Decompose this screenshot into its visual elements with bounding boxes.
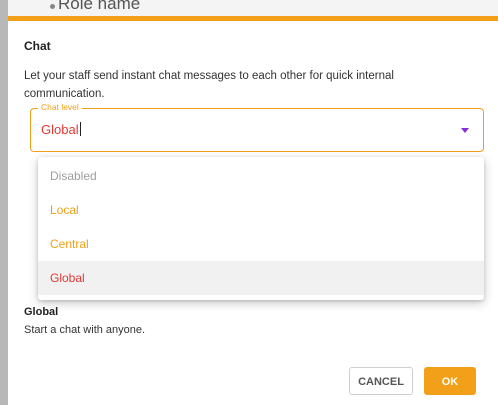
- bullet-icon: [50, 4, 55, 9]
- chat-level-menu: Disabled Local Central Global: [38, 157, 484, 300]
- menu-item-central[interactable]: Central: [38, 227, 484, 261]
- menu-item-global[interactable]: Global: [38, 261, 484, 295]
- chat-level-label: Chat level: [38, 102, 82, 112]
- text-cursor: [79, 122, 81, 136]
- selected-level-title: Global: [24, 306, 59, 318]
- chevron-down-icon[interactable]: [461, 128, 469, 133]
- chat-level-select[interactable]: Chat level Global: [30, 102, 484, 152]
- cancel-button[interactable]: CANCEL: [349, 367, 413, 395]
- menu-item-local[interactable]: Local: [38, 193, 484, 227]
- selected-level-description: Start a chat with anyone.: [24, 324, 146, 336]
- background-heading: Role name: [58, 0, 141, 13]
- dialog-title: Chat: [24, 39, 51, 53]
- ok-button[interactable]: OK: [424, 367, 476, 395]
- left-strip: [0, 0, 8, 405]
- chat-level-value: Global: [41, 122, 81, 137]
- chat-level-value-text: Global: [41, 122, 79, 137]
- menu-item-disabled: Disabled: [50, 169, 97, 183]
- dialog-description: Let your staff send instant chat message…: [24, 70, 394, 100]
